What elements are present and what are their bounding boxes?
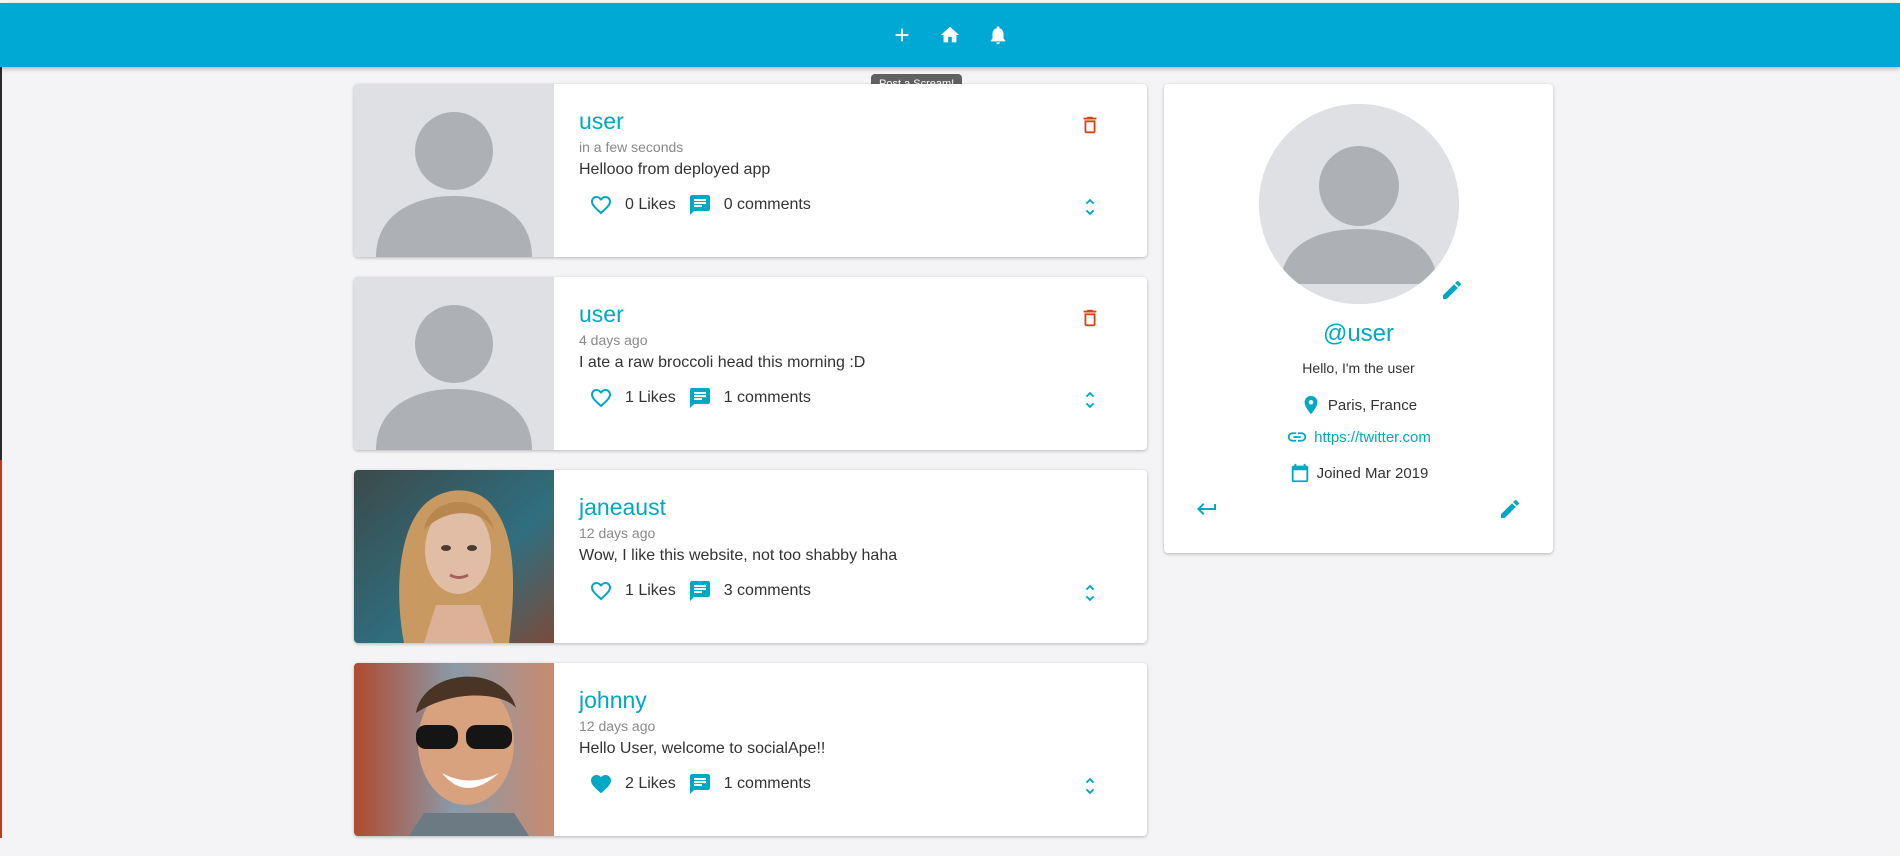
post-time: in a few seconds <box>579 139 684 155</box>
default-avatar-icon <box>354 84 554 257</box>
profile-bio: Hello, I'm the user <box>1302 360 1415 376</box>
notifications-button[interactable] <box>984 21 1012 49</box>
expand-scream-button[interactable] <box>1079 389 1103 413</box>
post-user-link[interactable]: user <box>579 301 1122 327</box>
post-actions: 1 Likes 3 comments <box>589 579 1122 603</box>
post-time: 4 days ago <box>579 332 648 348</box>
comment-count: 3 comments <box>723 582 811 599</box>
scream-card: janeaust 12 days ago Wow, I like this we… <box>354 470 1147 643</box>
post-time: 12 days ago <box>579 525 656 541</box>
website-link[interactable]: https://twitter.com <box>1314 429 1431 446</box>
comment-icon[interactable] <box>688 579 712 603</box>
keyboard-return-icon <box>1197 503 1216 515</box>
trash-icon <box>1083 116 1097 134</box>
user-avatar[interactable] <box>354 277 554 450</box>
user-avatar[interactable] <box>354 663 554 836</box>
add-icon <box>895 28 909 42</box>
user-avatar[interactable] <box>354 470 554 643</box>
post-body: Hello User, welcome to socialApe!! <box>579 740 826 757</box>
profile-card: @user Hello, I'm the user Paris, France … <box>1164 84 1553 553</box>
comment-count: 0 comments <box>723 196 811 213</box>
profile-avatar <box>1259 104 1459 304</box>
post-body: Wow, I like this website, not too shabby… <box>579 547 898 564</box>
like-button[interactable] <box>589 386 613 410</box>
unfold-more-icon <box>1085 198 1095 216</box>
post-user-link[interactable]: user <box>579 108 1122 134</box>
default-avatar-icon <box>1259 104 1459 304</box>
home-icon <box>940 26 960 43</box>
scream-card: user 4 days ago I ate a raw broccoli hea… <box>354 277 1147 450</box>
comment-icon[interactable] <box>688 772 712 796</box>
post-user-link[interactable]: janeaust <box>579 494 1122 520</box>
calendar-icon <box>1291 463 1308 483</box>
liked-heart-button[interactable] <box>589 772 613 796</box>
location-pin-icon <box>1304 395 1318 415</box>
unfold-more-icon <box>1085 777 1095 795</box>
unfold-more-icon <box>1085 584 1095 602</box>
window-edge-accent <box>0 460 2 838</box>
profile-website: https://twitter.com <box>1164 426 1553 448</box>
scream-content: user in a few seconds Hellooo from deplo… <box>554 84 1147 257</box>
logout-button[interactable] <box>1195 497 1219 526</box>
edit-profile-button[interactable] <box>1498 497 1522 526</box>
profile-location: Paris, France <box>1164 394 1553 416</box>
post-actions: 0 Likes 0 comments <box>589 193 1122 217</box>
pencil-icon <box>1501 499 1520 518</box>
comment-icon[interactable] <box>688 386 712 410</box>
comment-count: 1 comments <box>723 389 811 406</box>
post-user-link[interactable]: johnny <box>579 687 1122 713</box>
location-text: Paris, France <box>1327 396 1418 414</box>
scream-content: user 4 days ago I ate a raw broccoli hea… <box>554 277 1147 450</box>
post-body: I ate a raw broccoli head this morning :… <box>579 354 866 371</box>
expand-scream-button[interactable] <box>1079 196 1103 220</box>
delete-scream-button[interactable] <box>1079 307 1103 331</box>
post-scream-button[interactable] <box>888 21 916 49</box>
unfold-more-icon <box>1085 391 1095 409</box>
expand-scream-button[interactable] <box>1079 582 1103 606</box>
trash-icon <box>1083 309 1097 327</box>
scream-content: janeaust 12 days ago Wow, I like this we… <box>554 470 1147 643</box>
edit-avatar-button[interactable] <box>1440 278 1464 302</box>
scream-content: johnny 12 days ago Hello User, welcome t… <box>554 663 1147 836</box>
comment-count: 1 comments <box>723 775 811 792</box>
comment-icon[interactable] <box>688 193 712 217</box>
scream-card: johnny 12 days ago Hello User, welcome t… <box>354 663 1147 836</box>
man-portrait-image <box>354 663 554 836</box>
post-actions: 2 Likes 1 comments <box>589 772 1122 796</box>
like-button[interactable] <box>589 193 613 217</box>
bell-icon <box>990 26 1006 45</box>
delete-scream-button[interactable] <box>1079 114 1103 138</box>
like-count: 0 Likes <box>625 196 676 213</box>
like-count: 1 Likes <box>625 582 676 599</box>
navbar <box>0 3 1900 67</box>
like-count: 1 Likes <box>625 389 676 406</box>
post-body: Hellooo from deployed app <box>579 161 771 178</box>
link-icon <box>1287 432 1307 442</box>
joined-text: Joined Mar 2019 <box>1316 464 1429 482</box>
post-time: 12 days ago <box>579 718 656 734</box>
default-avatar-icon <box>354 277 554 450</box>
profile-joined: Joined Mar 2019 <box>1164 462 1553 484</box>
like-count: 2 Likes <box>625 775 676 792</box>
profile-handle-link[interactable]: @user <box>1164 320 1553 348</box>
woman-portrait-image <box>354 470 554 643</box>
like-button[interactable] <box>589 579 613 603</box>
pencil-icon <box>1443 280 1462 299</box>
scream-card: user in a few seconds Hellooo from deplo… <box>354 84 1147 257</box>
expand-scream-button[interactable] <box>1079 775 1103 799</box>
user-avatar[interactable] <box>354 84 554 257</box>
scream-feed: user in a few seconds Hellooo from deplo… <box>354 84 1147 856</box>
home-button[interactable] <box>936 21 964 49</box>
post-actions: 1 Likes 1 comments <box>589 386 1122 410</box>
